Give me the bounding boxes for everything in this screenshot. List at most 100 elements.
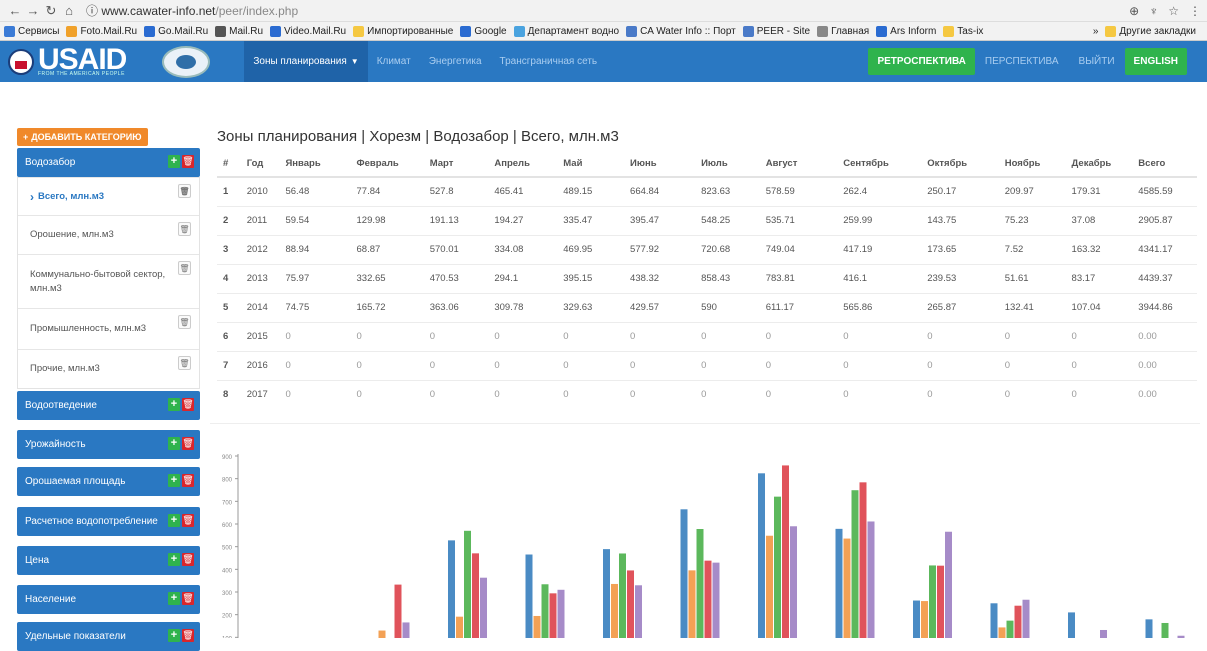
- column-header[interactable]: Январь: [279, 151, 351, 178]
- english-button[interactable]: ENGLISH: [1124, 48, 1187, 75]
- delete-icon[interactable]: 🗑: [182, 437, 194, 450]
- table-cell: 173.65: [921, 234, 999, 264]
- column-header[interactable]: Год: [240, 151, 280, 178]
- menu-energy[interactable]: Энергетика: [420, 41, 491, 82]
- column-header[interactable]: Всего: [1132, 151, 1197, 178]
- address-bar[interactable]: ⓘ www.cawater-info.net/peer/index.php: [86, 2, 1129, 19]
- group-actions: + 🗑: [168, 474, 194, 487]
- add-icon[interactable]: +: [168, 437, 180, 450]
- zoom-icon[interactable]: ⊕: [1129, 4, 1139, 18]
- delete-icon[interactable]: 🗑: [182, 155, 194, 168]
- bar: [635, 585, 642, 651]
- sidebar-group-drainage[interactable]: Водоотведение + 🗑: [17, 391, 200, 420]
- menu-transboundary[interactable]: Трансграничная сеть: [491, 41, 607, 82]
- add-category-button[interactable]: + ДОБАВИТЬ КАТЕГОРИЮ: [17, 128, 148, 146]
- column-header[interactable]: Декабрь: [1065, 151, 1133, 178]
- sidebar-subitem[interactable]: Прочие, млн.м3 🗑: [18, 349, 199, 388]
- bookmark-item[interactable]: Go.Mail.Ru: [144, 25, 208, 37]
- sidebar-subitem[interactable]: Коммунально-бытовой сектор, млн.м3 🗑: [18, 254, 199, 308]
- add-icon[interactable]: +: [168, 514, 180, 527]
- column-header[interactable]: Сентябрь: [837, 151, 922, 178]
- table-cell: 2013: [240, 263, 280, 293]
- table-cell: 2011: [240, 205, 280, 235]
- delete-icon[interactable]: 🗑: [182, 398, 194, 411]
- delete-icon[interactable]: 🗑: [182, 514, 194, 527]
- sidebar-group-population[interactable]: Население + 🗑: [17, 585, 200, 614]
- reload-icon[interactable]: ↻: [42, 3, 60, 19]
- sidebar-subitem[interactable]: Орошение, млн.м3 🗑: [18, 215, 199, 254]
- table-cell: 0: [837, 379, 922, 409]
- column-header[interactable]: Март: [423, 151, 489, 178]
- column-header[interactable]: Октябрь: [921, 151, 999, 178]
- trash-icon[interactable]: 🗑: [178, 315, 191, 329]
- bookmark-item[interactable]: Mail.Ru: [215, 25, 263, 37]
- trash-icon[interactable]: 🗑: [178, 356, 191, 370]
- bar: [913, 600, 920, 651]
- table-cell: 239.53: [921, 263, 999, 293]
- bookmark-item[interactable]: PEER - Site: [742, 25, 810, 37]
- sidebar-group-water-intake[interactable]: Водозабор + 🗑: [17, 148, 200, 177]
- forward-icon[interactable]: →: [24, 3, 42, 18]
- sidebar-subitem-label: Орошение, млн.м3: [30, 229, 114, 240]
- sidebar-group-label: Население: [25, 594, 77, 605]
- bookmark-item[interactable]: Foto.Mail.Ru: [66, 25, 137, 37]
- bookmark-item[interactable]: Video.Mail.Ru: [270, 25, 346, 37]
- bookmark-item[interactable]: Tas-ix: [943, 25, 983, 37]
- trash-icon[interactable]: 🗑: [178, 184, 191, 198]
- column-header[interactable]: Ноябрь: [998, 151, 1066, 178]
- add-icon[interactable]: +: [168, 398, 180, 411]
- back-icon[interactable]: ←: [6, 3, 24, 18]
- add-icon[interactable]: +: [168, 474, 180, 487]
- add-icon[interactable]: +: [168, 629, 180, 642]
- table-cell: 548.25: [695, 205, 760, 235]
- menu-planning-zones[interactable]: Зоны планирования ▼: [244, 41, 368, 82]
- delete-icon[interactable]: 🗑: [182, 592, 194, 605]
- column-header[interactable]: #: [217, 151, 241, 178]
- bookmark-item[interactable]: CA Water Info :: Порт: [626, 25, 736, 37]
- other-bookmarks[interactable]: Другие закладки: [1105, 25, 1196, 37]
- column-header[interactable]: Февраль: [350, 151, 424, 178]
- delete-icon[interactable]: 🗑: [182, 629, 194, 642]
- bookmark-item[interactable]: Департамент водно: [513, 25, 619, 37]
- sidebar-group-price[interactable]: Цена + 🗑: [17, 546, 200, 575]
- sidebar-group-yield[interactable]: Урожайность + 🗑: [17, 430, 200, 459]
- add-icon[interactable]: +: [168, 155, 180, 168]
- column-header[interactable]: Июнь: [624, 151, 696, 178]
- table-cell: 0: [557, 379, 625, 409]
- menu-icon[interactable]: ⋮: [1189, 4, 1201, 18]
- table-cell: 0.00: [1132, 350, 1197, 380]
- menu-climate[interactable]: Климат: [368, 41, 420, 82]
- bookmark-item[interactable]: Ars Inform: [876, 25, 936, 37]
- extension-icon[interactable]: ♆: [1149, 4, 1158, 18]
- add-icon[interactable]: +: [168, 553, 180, 566]
- sidebar-subitem[interactable]: Промышленность, млн.м3 🗑: [18, 308, 199, 349]
- delete-icon[interactable]: 🗑: [182, 474, 194, 487]
- perspective-link[interactable]: ПЕРСПЕКТИВА: [975, 56, 1069, 67]
- logout-link[interactable]: ВЫЙТИ: [1069, 56, 1125, 67]
- column-header[interactable]: Август: [759, 151, 838, 178]
- url-host: www.cawater-info.net: [101, 4, 216, 18]
- delete-icon[interactable]: 🗑: [182, 553, 194, 566]
- bookmark-item[interactable]: Сервисы: [4, 25, 59, 37]
- table-cell: 535.71: [759, 205, 838, 235]
- column-header[interactable]: Июль: [695, 151, 760, 178]
- bookmark-icon: [144, 25, 156, 37]
- star-icon[interactable]: ☆: [1168, 4, 1179, 18]
- sidebar-group-irrigated-area[interactable]: Орошаемая площадь + 🗑: [17, 467, 200, 496]
- column-header[interactable]: Апрель: [488, 151, 558, 178]
- bookmarks-more[interactable]: »: [1093, 26, 1099, 37]
- bookmark-item[interactable]: Главная: [817, 25, 869, 37]
- retrospective-button[interactable]: РЕТРОСПЕКТИВА: [868, 48, 975, 75]
- bookmark-item[interactable]: Импортированные: [353, 25, 453, 37]
- trash-icon[interactable]: 🗑: [178, 261, 191, 275]
- column-header[interactable]: Май: [557, 151, 625, 178]
- bar: [945, 531, 952, 651]
- trash-icon[interactable]: 🗑: [178, 222, 191, 236]
- sidebar-group-water-consumption[interactable]: Расчетное водопотребление + 🗑: [17, 507, 200, 536]
- usaid-logo[interactable]: USAID FROM THE AMERICAN PEOPLE: [8, 44, 127, 77]
- home-icon[interactable]: ⌂: [60, 3, 78, 18]
- sidebar-subitem[interactable]: › Всего, млн.м3 🗑: [18, 177, 199, 215]
- table-cell: 194.27: [488, 205, 558, 235]
- add-icon[interactable]: +: [168, 592, 180, 605]
- bookmark-item[interactable]: Google: [460, 25, 507, 37]
